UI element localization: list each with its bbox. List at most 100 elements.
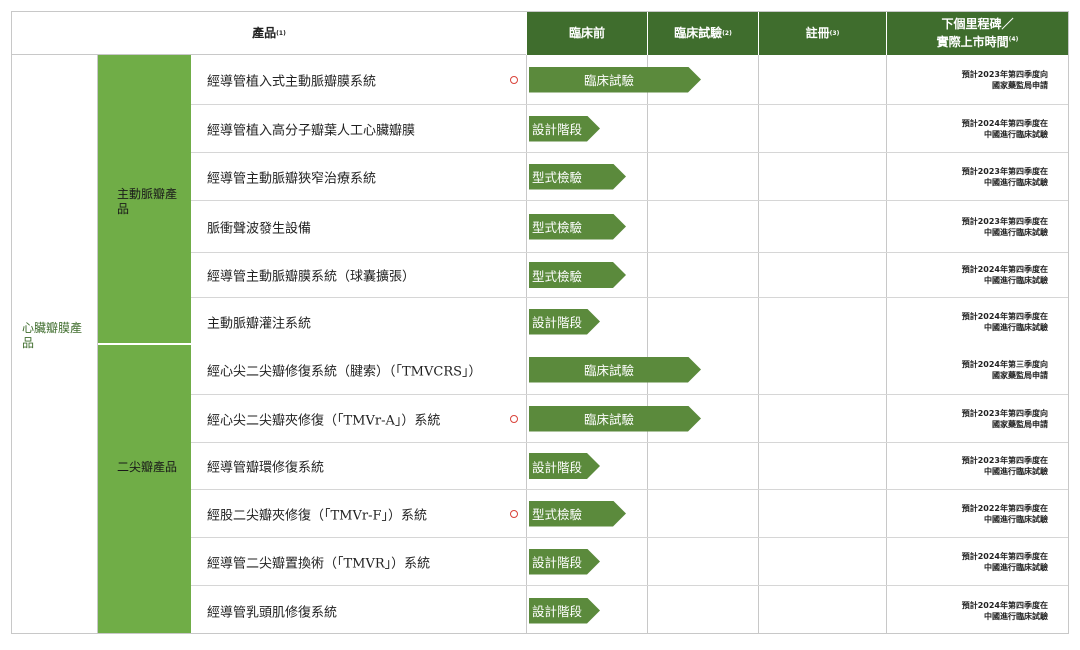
stage-label: 臨床試驗 <box>583 73 634 88</box>
stage-progress-arrow: 型式檢驗 <box>529 214 626 240</box>
stage-progress-arrow: 臨床試驗 <box>529 406 701 432</box>
table-row: 經心尖二尖瓣夾修復（「TMVr-A」）系統 臨床試驗 預計2023年第四季度向 國家藥… <box>191 394 1068 442</box>
milestone-line1: 預計2023年第四季度在 <box>961 456 1048 465</box>
stage-progress-arrow: 設計階段 <box>529 549 600 575</box>
milestone-line2: 中國進行臨床試驗 <box>984 322 1048 332</box>
header-preclinical: 臨床前 <box>526 12 647 55</box>
milestone-text: 預計2023年第四季度在 中國進行臨床試驗 <box>962 216 1048 238</box>
stage-label: 設計階段 <box>532 315 583 330</box>
stage-label: 臨床試驗 <box>583 412 634 427</box>
milestone-line2: 中國進行臨床試驗 <box>984 177 1048 187</box>
header-registration: 註冊 (3) <box>758 12 886 55</box>
product-name: 經導管植入式主動脈瓣膜系統 <box>207 74 377 89</box>
milestone-line2: 中國進行臨床試驗 <box>984 514 1048 524</box>
product-name: 經心尖二尖瓣修復系統（腱索）（「TMVCRS」） <box>207 364 482 379</box>
stage-progress-arrow: 臨床試驗 <box>529 357 701 383</box>
stage-label: 型式檢驗 <box>532 507 583 522</box>
stage-progress-arrow: 設計階段 <box>529 116 600 142</box>
milestone-text: 預計2024年第四季度在 中國進行臨床試驗 <box>962 551 1048 573</box>
header-milestone-line1: 下個里程碑／ <box>941 17 1014 31</box>
header-clinical: 臨床試驗 (2) <box>647 12 758 55</box>
milestone-line2: 中國進行臨床試驗 <box>984 611 1048 621</box>
milestone-line1: 預計2023年第四季度向 <box>961 69 1048 79</box>
product-name: 脈衝聲波發生設備 <box>207 221 312 236</box>
table-row: 主動脈瓣灌注系統 設計階段 預計2024年第四季度在 中國進行臨床試驗 <box>191 297 1068 345</box>
core-product-marker-icon <box>510 75 518 84</box>
milestone-line2: 中國進行臨床試驗 <box>984 276 1048 285</box>
header-clinical-label: 臨床試驗 <box>674 26 723 40</box>
milestone-line2: 國家藥監局申請 <box>992 80 1048 90</box>
header-registration-label: 註冊 <box>805 26 830 40</box>
product-name: 經心尖二尖瓣夾修復（「TMVr-A」）系統 <box>207 413 441 428</box>
category-aortic: 主動脈瓣產品 <box>98 55 191 344</box>
header-milestone-line2: 實際上市時間 <box>936 35 1009 49</box>
table-row: 脈衝聲波發生設備 型式檢驗 預計2023年第四季度在 中國進行臨床試驗 <box>191 200 1068 252</box>
table-row: 經導管二尖瓣置換術（「TMVR」）系統 設計階段 預計2024年第四季度在 中國進行臨… <box>191 537 1068 585</box>
product-name: 經導管主動脈瓣膜系統（球囊擴張） <box>207 269 416 285</box>
milestone-line1: 預計2024年第四季度在 <box>961 311 1048 321</box>
category-heart-valve: 心臟瓣膜產品 <box>12 55 98 633</box>
table-row: 經導管主動脈瓣膜系統（球囊擴張） 型式檢驗 預計2024年第四季度在中國進行臨床試驗 <box>191 252 1068 297</box>
milestone-text: 預計2023年第四季度向 國家藥監局申請 <box>962 69 1048 91</box>
milestone-line1: 預計2023年第四季度在 <box>961 166 1048 176</box>
stage-progress-arrow: 設計階段 <box>529 598 600 624</box>
category-aortic-label: 主動脈瓣產品 <box>117 187 178 216</box>
header-milestone-note: (4) <box>1008 36 1019 43</box>
milestone-line1: 預計2024年第四季度在 <box>961 265 1048 274</box>
milestone-text: 預計2024年第四季度在中國進行臨床試驗 <box>962 264 1048 286</box>
table-row: 經心尖二尖瓣修復系統（腱索）（「TMVCRS」） 臨床試驗 預計2024年第三季度向… <box>191 345 1068 394</box>
stage-label: 設計階段 <box>532 555 583 570</box>
table-row: 經股二尖瓣夾修復（「TMVr-F」）系統 型式檢驗 預計2022年第四季度在 中國進行… <box>191 489 1068 537</box>
header-clinical-note: (2) <box>722 30 732 37</box>
core-product-marker-icon <box>510 414 518 423</box>
header-milestone: 下個里程碑／ 實際上市時間(4) <box>886 12 1068 55</box>
milestone-line2: 中國進行臨床試驗 <box>984 467 1048 476</box>
stage-progress-arrow: 型式檢驗 <box>529 262 626 288</box>
stage-progress-arrow: 型式檢驗 <box>529 501 626 527</box>
header-product-label: 產品 <box>252 25 277 40</box>
product-name: 經導管主動脈瓣狹窄治療系統 <box>207 171 377 186</box>
core-product-marker-icon <box>510 509 518 518</box>
milestone-line1: 預計2022年第四季度在 <box>961 503 1048 513</box>
milestone-line1: 預計2023年第四季度在 <box>961 216 1048 226</box>
milestone-line2: 國家藥監局申請 <box>992 419 1048 429</box>
milestone-line1: 預計2024年第四季度在 <box>961 551 1048 561</box>
product-name: 經導管植入高分子瓣葉人工心臟瓣膜 <box>207 123 416 138</box>
stage-label: 設計階段 <box>532 122 583 137</box>
stage-label: 型式檢驗 <box>532 220 583 235</box>
milestone-line1: 預計2023年第四季度向 <box>961 408 1048 418</box>
milestone-line2: 國家藥監局申請 <box>992 370 1048 380</box>
milestone-line2: 中國進行臨床試驗 <box>984 562 1048 572</box>
milestone-line1: 預計2024年第四季度在 <box>961 600 1048 610</box>
milestone-line1: 預計2024年第三季度向 <box>961 359 1048 369</box>
table-row: 經導管植入高分子瓣葉人工心臟瓣膜 設計階段 預計2024年第四季度在 中國進行臨床試驗 <box>191 104 1068 152</box>
milestone-text: 預計2022年第四季度在 中國進行臨床試驗 <box>962 503 1048 525</box>
product-name: 經導管瓣環修復系統 <box>207 460 325 476</box>
header-product-note: (1) <box>276 29 286 37</box>
milestone-line2: 中國進行臨床試驗 <box>984 227 1048 237</box>
milestone-line2: 中國進行臨床試驗 <box>984 129 1048 139</box>
product-name: 經導管二尖瓣置換術（「TMVR」）系統 <box>207 556 431 571</box>
milestone-text: 預計2024年第四季度在 中國進行臨床試驗 <box>962 118 1048 140</box>
header-registration-note: (3) <box>829 30 840 37</box>
header-product: 產品 (1) <box>12 12 526 55</box>
product-name: 經導管乳頭肌修復系統 <box>207 605 338 620</box>
stage-label: 設計階段 <box>532 459 583 475</box>
milestone-text: 預計2024年第三季度向 國家藥監局申請 <box>962 359 1048 381</box>
milestone-text: 預計2024年第四季度在 中國進行臨床試驗 <box>962 600 1048 622</box>
product-name: 經股二尖瓣夾修復（「TMVr-F」）系統 <box>207 508 427 523</box>
pipeline-table: 產品 (1) 臨床前 臨床試驗 (2) 註冊 (3) 下個里程碑／ 實際上市時間(4)… <box>11 11 1069 634</box>
stage-label: 型式檢驗 <box>532 268 583 284</box>
header-preclinical-label: 臨床前 <box>568 26 605 40</box>
stage-label: 型式檢驗 <box>532 170 583 185</box>
table-row: 經導管主動脈瓣狹窄治療系統 型式檢驗 預計2023年第四季度在 中國進行臨床試驗 <box>191 152 1068 200</box>
stage-progress-arrow: 型式檢驗 <box>529 164 626 190</box>
category-mitral-label: 二尖瓣產品 <box>117 460 178 474</box>
category-heart-valve-label: 心臟瓣膜產品 <box>22 321 83 350</box>
milestone-text: 預計2023年第四季度在中國進行臨床試驗 <box>962 455 1048 477</box>
table-row: 經導管植入式主動脈瓣膜系統 臨床試驗 預計2023年第四季度向 國家藥監局申請 <box>191 55 1068 104</box>
category-mitral: 二尖瓣產品 <box>98 345 191 633</box>
milestone-text: 預計2024年第四季度在 中國進行臨床試驗 <box>962 311 1048 333</box>
milestone-text: 預計2023年第四季度向 國家藥監局申請 <box>962 408 1048 430</box>
milestone-line1: 預計2024年第四季度在 <box>961 118 1048 128</box>
